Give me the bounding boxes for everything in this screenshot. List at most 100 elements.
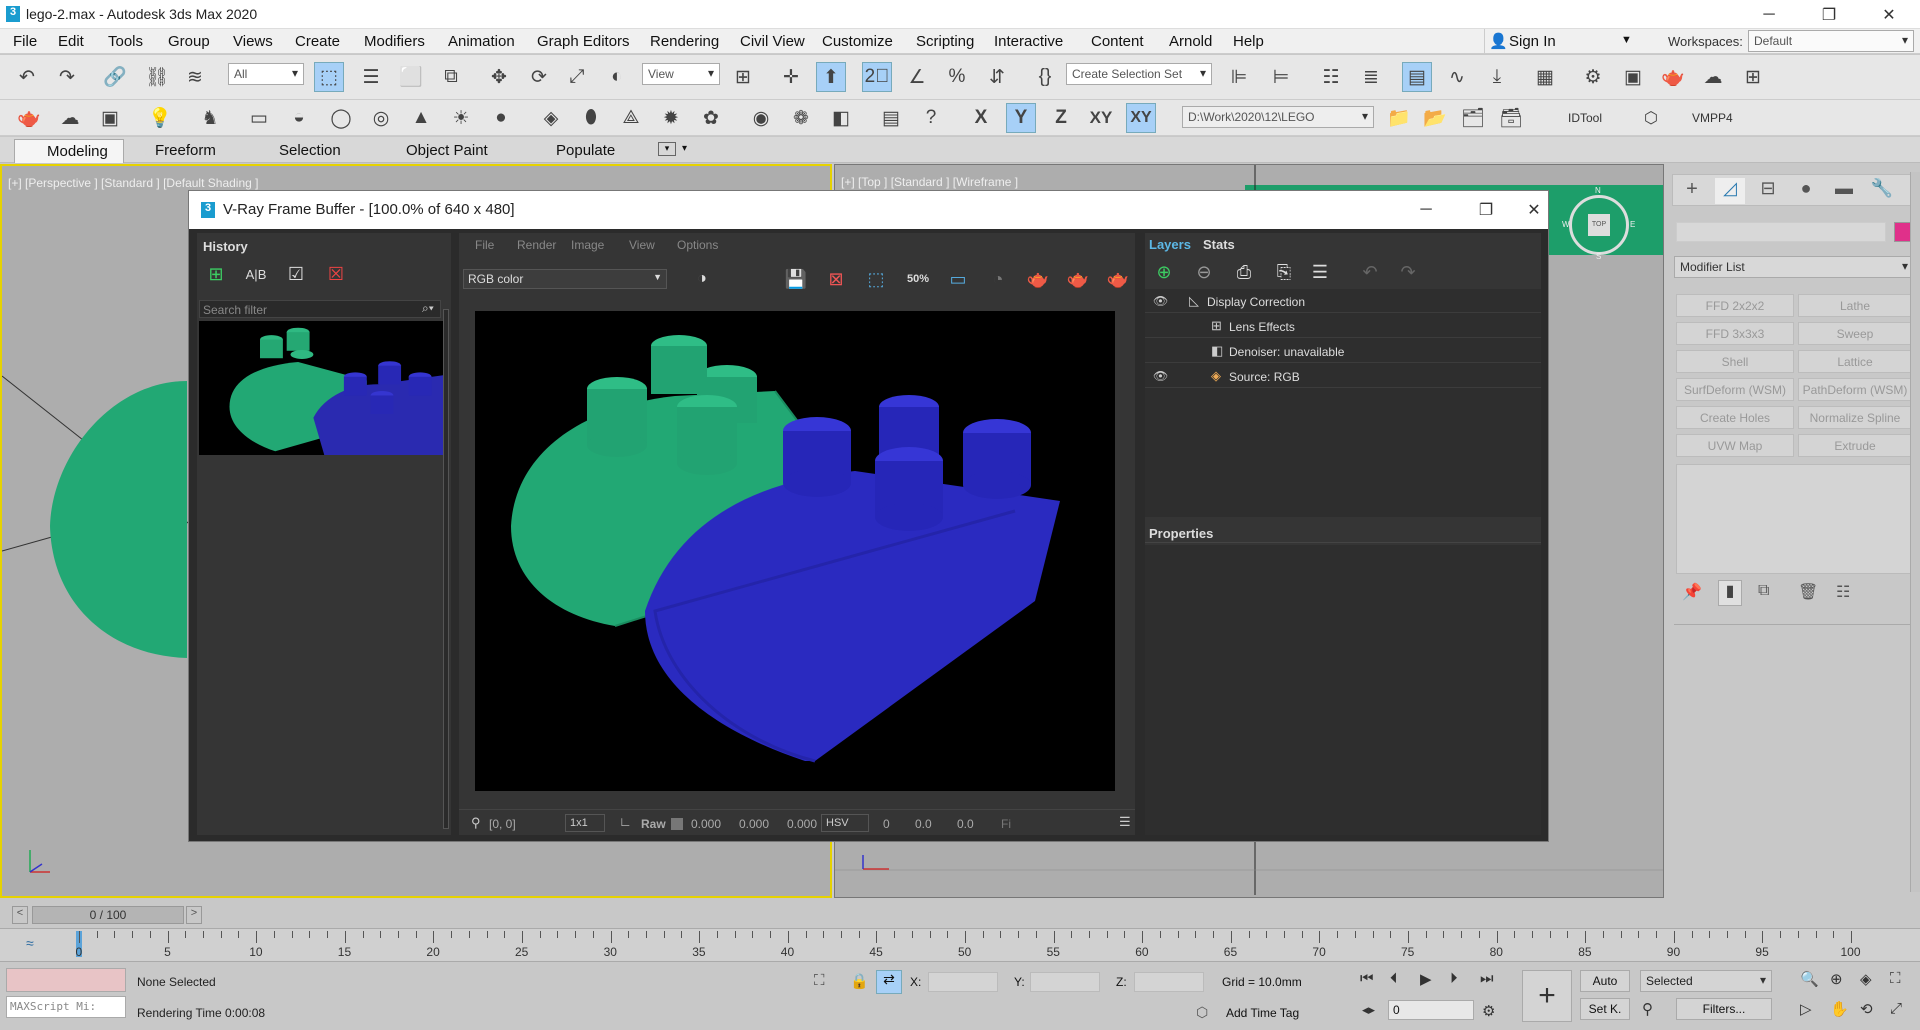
show-end-result-icon[interactable]: ▮: [1718, 580, 1742, 606]
menu-modifiers[interactable]: Modifiers: [364, 33, 425, 50]
sphere-light-icon[interactable]: ◯: [326, 103, 356, 133]
tab-stats[interactable]: Stats: [1203, 237, 1235, 252]
menu-help[interactable]: Help: [1233, 33, 1264, 50]
menu-edit[interactable]: Edit: [58, 33, 84, 50]
layer-redo-icon[interactable]: ↷: [1393, 257, 1423, 287]
tab-modeling[interactable]: Modeling: [14, 139, 124, 163]
interactive-render-icon[interactable]: ◔: [983, 264, 1013, 294]
render-production-icon[interactable]: 🫖: [1658, 62, 1688, 92]
mirror-icon[interactable]: ⊫: [1224, 62, 1254, 92]
menu-views[interactable]: Views: [233, 33, 273, 50]
rendered-image[interactable]: [475, 311, 1115, 791]
select-manipulate-icon[interactable]: ✛: [776, 62, 806, 92]
create-layer-icon[interactable]: ⊕: [1149, 257, 1179, 287]
layer-row[interactable]: ⊞ Lens Effects: [1145, 316, 1541, 338]
modifier-button-lathe[interactable]: Lathe: [1798, 294, 1912, 317]
spinner-snap-icon[interactable]: ⇵: [982, 62, 1012, 92]
viewcube-top[interactable]: TOP: [1588, 214, 1610, 236]
layer-row[interactable]: 👁 ◺ Display Correction: [1145, 291, 1541, 313]
selection-lock-icon[interactable]: 🔒: [850, 972, 869, 990]
utilities-tab-icon[interactable]: 🔧: [1867, 178, 1897, 204]
menu-create[interactable]: Create: [295, 33, 340, 50]
undo-icon[interactable]: ↶: [12, 62, 42, 92]
pan-icon[interactable]: ✋: [1830, 1000, 1849, 1018]
menu-rendering[interactable]: Rendering: [650, 33, 719, 50]
time-slider-prev[interactable]: <: [12, 906, 28, 924]
vfb-menu-options[interactable]: Options: [677, 238, 718, 252]
axis-y-button[interactable]: Y: [1006, 103, 1036, 133]
layer-presets-icon[interactable]: ☰: [1305, 257, 1335, 287]
hierarchy-tab-icon[interactable]: ⊟: [1753, 178, 1783, 204]
color-picker-icon[interactable]: ∟: [619, 814, 632, 829]
command-panel-scrollbar[interactable]: [1910, 172, 1920, 892]
absolute-mode-icon[interactable]: ⇄: [876, 970, 902, 994]
axis-cycle-icon[interactable]: XY: [1126, 103, 1156, 133]
motion-tab-icon[interactable]: ●: [1791, 178, 1821, 204]
history-scrollbar[interactable]: [443, 309, 449, 829]
z-coordinate-field[interactable]: [1134, 972, 1204, 992]
color-corrections-icon[interactable]: ◑: [687, 264, 717, 294]
minimize-button[interactable]: ─: [1742, 0, 1796, 29]
configure-modifier-sets-icon[interactable]: ☷: [1836, 582, 1850, 602]
scatter-icon[interactable]: ✿: [696, 103, 726, 133]
maxscript-mini-listener[interactable]: MAXScript Mi:: [6, 996, 126, 1018]
track-bar[interactable]: ≈ 0 5 10 15 20 25 30 35 40 45 50 55 60 65 70 75 80 85 90 95…: [0, 928, 1920, 962]
vfb-menu-render[interactable]: Render: [517, 238, 556, 252]
material-editor-icon[interactable]: ▦: [1530, 62, 1560, 92]
material-sphere-icon[interactable]: ◉: [746, 103, 776, 133]
ribbon-dropdown-icon[interactable]: ▾: [682, 143, 687, 154]
history-load-icon[interactable]: ☑: [281, 259, 311, 289]
toggle-ribbon-icon[interactable]: ▤: [1402, 62, 1432, 92]
render-setup-icon[interactable]: ⚙: [1578, 62, 1608, 92]
rotate-icon[interactable]: ⟳: [524, 62, 554, 92]
vray-mtl-icon[interactable]: ▤: [876, 103, 906, 133]
key-filters-button[interactable]: Filters...: [1676, 998, 1772, 1020]
menu-interactive[interactable]: Interactive: [994, 33, 1063, 50]
stop-render-icon[interactable]: 🫖: [1103, 264, 1133, 294]
zoom-50-icon[interactable]: 50%: [903, 264, 933, 294]
track-mouse-icon[interactable]: ▭: [943, 264, 973, 294]
idtool-label[interactable]: IDTool: [1568, 111, 1602, 125]
cloud-render-icon[interactable]: ☁: [55, 103, 85, 133]
vfb-maximize-button[interactable]: ❐: [1459, 195, 1513, 224]
region-render-icon[interactable]: ⬚: [861, 264, 891, 294]
pin-icon[interactable]: ⚲: [471, 815, 481, 831]
named-selection-dropdown[interactable]: Create Selection Set: [1066, 63, 1212, 85]
create-tab-icon[interactable]: +: [1677, 178, 1707, 204]
delete-layer-icon[interactable]: ⊖: [1189, 257, 1219, 287]
menu-graph-editors[interactable]: Graph Editors: [537, 33, 630, 50]
project-tree-icon[interactable]: 🗂: [1458, 103, 1488, 133]
teapot-icon[interactable]: 🫖: [14, 103, 44, 133]
mesh-light-icon[interactable]: ◎: [366, 103, 396, 133]
clear-image-icon[interactable]: ⊠: [821, 264, 851, 294]
modifier-button-pathdeform[interactable]: PathDeform (WSM): [1798, 378, 1912, 401]
maximize-button[interactable]: ❐: [1802, 0, 1856, 29]
history-search-input[interactable]: Search filter ⌕▾: [199, 300, 441, 318]
menu-file[interactable]: File: [13, 33, 37, 50]
color-mode-dropdown[interactable]: HSV: [821, 814, 869, 832]
plane-light-icon[interactable]: ▭: [244, 103, 274, 133]
layer-row[interactable]: ◧ Denoiser: unavailable: [1145, 341, 1541, 363]
render-grid-icon[interactable]: ⊞: [1738, 62, 1768, 92]
keyboard-shortcut-override-icon[interactable]: ⬆: [816, 62, 846, 92]
go-to-end-icon[interactable]: ⏭: [1480, 970, 1494, 987]
menu-arnold[interactable]: Arnold: [1169, 33, 1212, 50]
modifier-button-ffd-3x3x3[interactable]: FFD 3x3x3: [1676, 322, 1794, 345]
zoom-icon[interactable]: 🔍: [1800, 970, 1819, 988]
redo-icon[interactable]: ↷: [52, 62, 82, 92]
workspace-dropdown[interactable]: Default: [1748, 30, 1914, 52]
key-filter-dropdown[interactable]: Selected: [1640, 970, 1772, 992]
pivot-center-icon[interactable]: ⊞: [728, 62, 758, 92]
menu-content[interactable]: Content: [1091, 33, 1144, 50]
window-crossing-icon[interactable]: ⧉: [436, 62, 466, 92]
isolate-selection-icon[interactable]: ⛶: [814, 972, 825, 989]
search-icon[interactable]: ⌕▾: [422, 301, 434, 316]
axis-z-button[interactable]: Z: [1046, 103, 1076, 133]
light-lister-icon[interactable]: 💡: [145, 103, 175, 133]
proxy-icon[interactable]: ◈: [536, 103, 566, 133]
current-frame-field[interactable]: 0: [1388, 1000, 1474, 1020]
field-of-view-icon[interactable]: ▷: [1800, 1000, 1812, 1018]
scale-icon[interactable]: ⤢: [562, 62, 592, 92]
project-folder-dropdown[interactable]: D:\Work\2020\12\LEGO: [1182, 106, 1374, 128]
next-frame-icon[interactable]: ⏵: [1450, 970, 1458, 987]
